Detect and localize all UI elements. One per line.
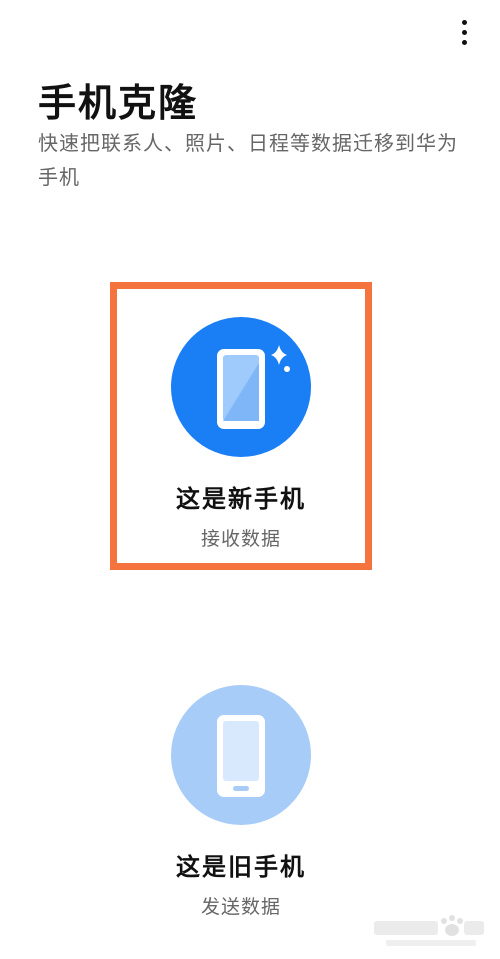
page-title: 手机克隆 [38, 81, 199, 125]
old-phone-circle [171, 685, 311, 825]
more-options-button[interactable] [452, 12, 476, 52]
old-phone-icon [217, 715, 265, 797]
new-phone-circle [171, 317, 311, 457]
baidu-jingyan-watermark-icon [374, 915, 484, 946]
old-phone-title: 这是旧手机 [176, 853, 306, 881]
more-dot-icon [461, 39, 467, 45]
new-phone-icon [217, 345, 290, 429]
page-subtitle: 快速把联系人、照片、日程等数据迁移到华为手机 [38, 131, 458, 189]
more-dot-icon [461, 29, 467, 35]
new-phone-title: 这是新手机 [176, 485, 306, 513]
new-phone-option[interactable]: 这是新手机 接收数据 [110, 282, 372, 570]
old-phone-option[interactable]: 这是旧手机 发送数据 [110, 685, 372, 918]
new-phone-subtitle: 接收数据 [200, 528, 281, 550]
phone-clone-screen: 手机克隆 快速把联系人、照片、日程等数据迁移到华为手机 这是新手机 接收数据 这… [0, 0, 500, 959]
old-phone-subtitle: 发送数据 [200, 896, 281, 918]
more-dot-icon [461, 19, 467, 25]
